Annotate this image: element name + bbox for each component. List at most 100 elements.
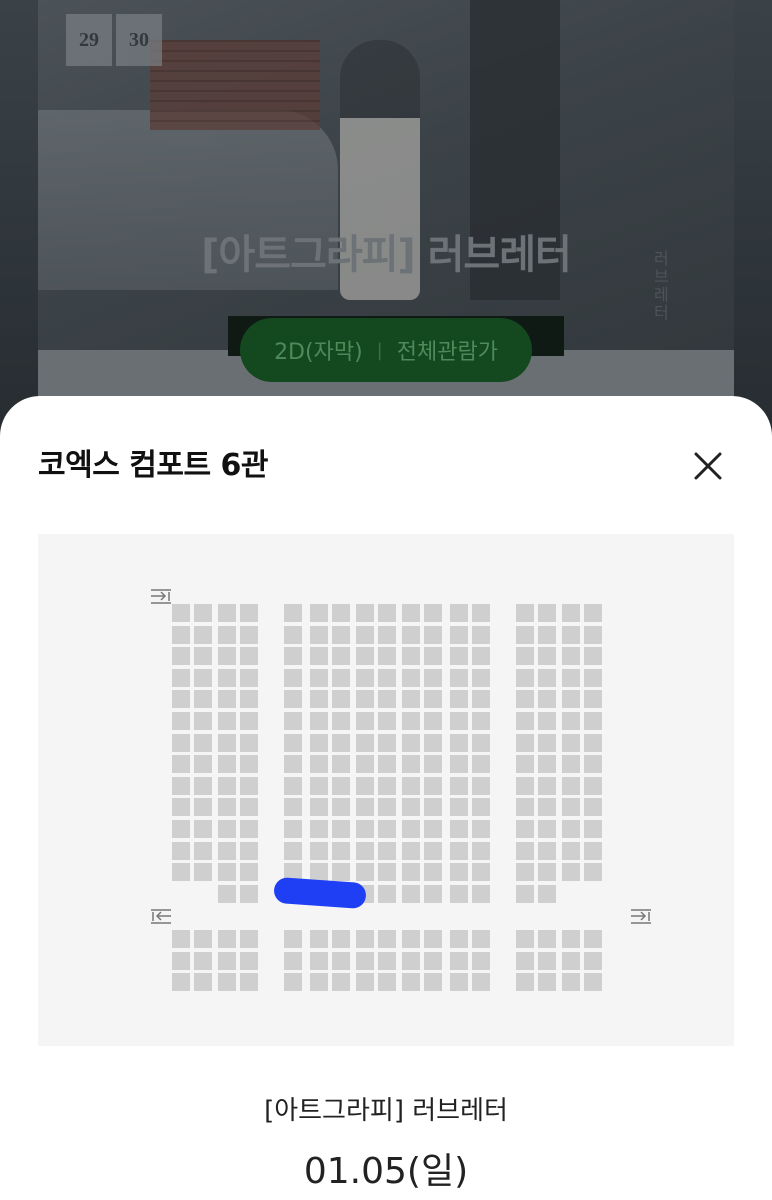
seat[interactable]	[240, 668, 258, 687]
seat[interactable]	[332, 690, 350, 709]
seat[interactable]	[378, 625, 396, 644]
seat[interactable]	[538, 820, 556, 838]
seat[interactable]	[172, 755, 190, 774]
seat[interactable]	[402, 930, 420, 948]
seat[interactable]	[284, 755, 302, 774]
seat[interactable]	[240, 604, 258, 622]
seat[interactable]	[356, 798, 374, 817]
seat[interactable]	[450, 647, 468, 666]
seat[interactable]	[218, 841, 236, 860]
seat[interactable]	[472, 930, 490, 948]
seat[interactable]	[284, 973, 302, 992]
seat[interactable]	[402, 798, 420, 817]
seat[interactable]	[378, 973, 396, 992]
seat[interactable]	[172, 668, 190, 687]
seat[interactable]	[424, 668, 442, 687]
seat[interactable]	[538, 930, 556, 948]
seat[interactable]	[172, 863, 190, 882]
seat[interactable]	[194, 820, 212, 838]
seat[interactable]	[218, 951, 236, 970]
seat[interactable]	[562, 863, 580, 882]
seat[interactable]	[194, 930, 212, 948]
seat[interactable]	[584, 755, 602, 774]
seat[interactable]	[172, 690, 190, 709]
seat[interactable]	[356, 733, 374, 752]
seat[interactable]	[516, 841, 534, 860]
seat[interactable]	[450, 712, 468, 730]
seat[interactable]	[424, 798, 442, 817]
seat[interactable]	[450, 884, 468, 903]
seat[interactable]	[562, 820, 580, 838]
seat[interactable]	[516, 604, 534, 622]
seat[interactable]	[194, 973, 212, 992]
seat[interactable]	[516, 863, 534, 882]
seat[interactable]	[240, 930, 258, 948]
seat[interactable]	[402, 625, 420, 644]
seat[interactable]	[356, 820, 374, 838]
seat[interactable]	[424, 884, 442, 903]
seat[interactable]	[516, 625, 534, 644]
seat[interactable]	[218, 690, 236, 709]
seat[interactable]	[538, 625, 556, 644]
seat[interactable]	[450, 951, 468, 970]
seat[interactable]	[538, 776, 556, 795]
seat[interactable]	[356, 755, 374, 774]
seat[interactable]	[562, 755, 580, 774]
seat[interactable]	[218, 776, 236, 795]
seat[interactable]	[472, 712, 490, 730]
seat[interactable]	[194, 647, 212, 666]
seat[interactable]	[562, 733, 580, 752]
seat[interactable]	[516, 776, 534, 795]
seat[interactable]	[424, 776, 442, 795]
seat[interactable]	[562, 625, 580, 644]
seat[interactable]	[284, 690, 302, 709]
seat[interactable]	[284, 712, 302, 730]
seat[interactable]	[584, 951, 602, 970]
seat[interactable]	[472, 863, 490, 882]
seat[interactable]	[310, 712, 328, 730]
seat[interactable]	[516, 647, 534, 666]
seat[interactable]	[538, 951, 556, 970]
seat[interactable]	[424, 625, 442, 644]
seat[interactable]	[240, 884, 258, 903]
seat[interactable]	[378, 776, 396, 795]
seat[interactable]	[424, 930, 442, 948]
seat[interactable]	[378, 733, 396, 752]
seat[interactable]	[310, 647, 328, 666]
seat[interactable]	[424, 647, 442, 666]
seat[interactable]	[332, 820, 350, 838]
seat[interactable]	[584, 668, 602, 687]
seat[interactable]	[538, 712, 556, 730]
seat[interactable]	[562, 668, 580, 687]
seat[interactable]	[472, 690, 490, 709]
seat[interactable]	[310, 951, 328, 970]
seat[interactable]	[356, 647, 374, 666]
seat[interactable]	[194, 690, 212, 709]
seat[interactable]	[310, 820, 328, 838]
seat[interactable]	[332, 863, 350, 882]
seat[interactable]	[538, 798, 556, 817]
seat[interactable]	[332, 733, 350, 752]
seat[interactable]	[284, 625, 302, 644]
seat[interactable]	[284, 951, 302, 970]
seat[interactable]	[562, 647, 580, 666]
seat[interactable]	[310, 776, 328, 795]
seat[interactable]	[218, 755, 236, 774]
seat[interactable]	[172, 625, 190, 644]
seat[interactable]	[516, 712, 534, 730]
seat[interactable]	[424, 733, 442, 752]
seat[interactable]	[472, 820, 490, 838]
seat[interactable]	[284, 841, 302, 860]
seat[interactable]	[332, 755, 350, 774]
seat[interactable]	[194, 798, 212, 817]
seat[interactable]	[538, 841, 556, 860]
seat[interactable]	[218, 733, 236, 752]
seat[interactable]	[356, 930, 374, 948]
seat[interactable]	[472, 625, 490, 644]
seat[interactable]	[538, 863, 556, 882]
seat[interactable]	[402, 604, 420, 622]
seat[interactable]	[240, 820, 258, 838]
seat[interactable]	[450, 973, 468, 992]
seat[interactable]	[402, 820, 420, 838]
seat[interactable]	[310, 973, 328, 992]
